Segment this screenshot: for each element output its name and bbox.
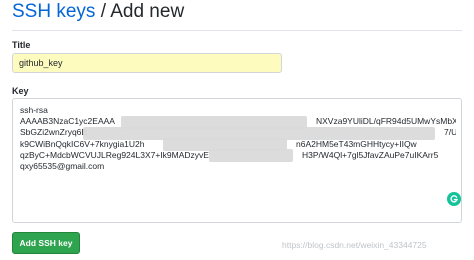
key-textarea[interactable]: ssh-rsa AAAAB3NzaC1yc2EAAA NXVza9YUliDL/… xyxy=(12,98,462,223)
grammarly-icon[interactable] xyxy=(447,192,461,206)
add-ssh-key-button[interactable]: Add SSH key xyxy=(12,232,80,254)
watermark-text: https://blog.csdn.net/weixin_43344725 xyxy=(282,240,427,250)
page-header: SSH keys / Add new xyxy=(12,0,462,31)
title-input[interactable]: github_key xyxy=(12,53,282,73)
key-label: Key xyxy=(12,86,29,96)
breadcrumb-separator: / xyxy=(95,1,111,22)
key-line: qxy65535@gmail.com xyxy=(20,161,105,172)
ssh-keys-link[interactable]: SSH keys xyxy=(12,1,95,22)
key-line: ssh-rsa xyxy=(20,105,48,115)
page-title-text: Add new xyxy=(110,1,185,22)
redaction-blur xyxy=(209,149,293,162)
title-label: Title xyxy=(12,40,31,50)
page-title: SSH keys / Add new xyxy=(12,1,184,23)
